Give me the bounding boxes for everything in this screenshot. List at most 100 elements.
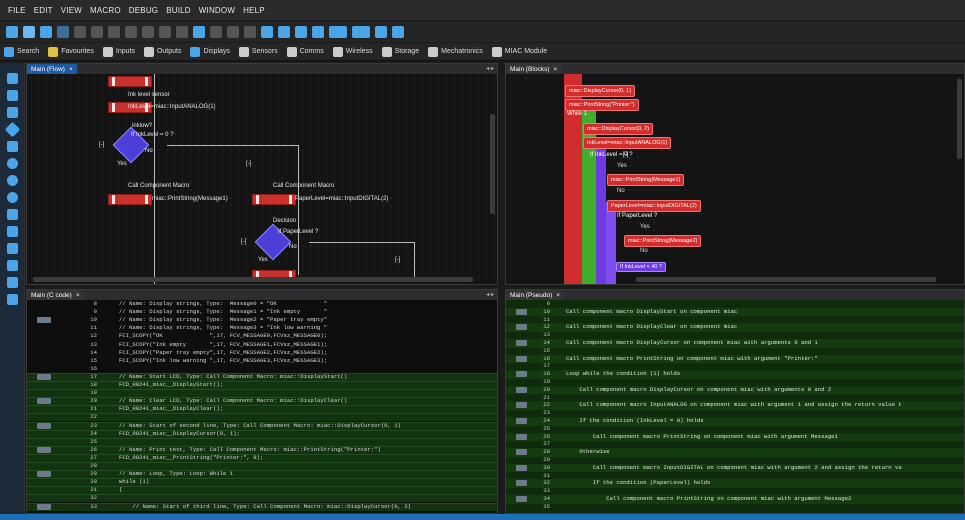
menu-view[interactable]: VIEW [57,6,86,15]
toolbar-miac-module[interactable]: MIAC Module [491,46,547,57]
close-icon[interactable]: × [69,66,73,73]
run-icon[interactable] [261,26,273,38]
board-icon[interactable] [352,26,370,38]
toolbar-comms[interactable]: Comms [286,46,324,57]
blocks-canvas[interactable]: miac::DisplayCursor(0, 1) miac::PrintStr… [506,74,964,284]
call2-block[interactable] [252,194,296,205]
tab-main-pseudo[interactable]: Main (Pseudo) × [506,290,565,300]
loop-icon[interactable] [7,192,18,203]
block-marker-icon[interactable] [516,324,527,331]
jump-icon[interactable] [7,260,18,271]
toolbar-wireless[interactable]: Wireless [332,46,373,57]
menu-window[interactable]: WINDOW [195,6,239,15]
close-icon[interactable]: × [556,292,560,299]
build-icon[interactable] [193,26,205,38]
code-line[interactable]: 33 // Name: Start of third line, Type: C… [27,503,497,512]
save-all-icon[interactable] [57,26,69,38]
stop-icon[interactable] [312,26,324,38]
toolbar-storage[interactable]: Storage [381,46,419,57]
input-icon[interactable] [7,90,18,101]
block-marker-icon[interactable] [516,449,527,456]
block-input-digital[interactable]: PaperLevel=miac::InputDIGITAL(2) [607,200,701,212]
panel-nav-icon[interactable]: ◂ ▸ [486,65,494,72]
step-into-icon[interactable] [227,26,239,38]
block-print-string[interactable]: miac::PrintString("Printer:") [565,99,639,111]
undo-icon[interactable] [142,26,154,38]
block-print-message1[interactable]: miac::PrintString(Message1) [607,174,685,186]
output-icon[interactable] [7,107,18,118]
block-marker-icon[interactable] [37,471,51,478]
block-marker-icon[interactable] [516,464,527,471]
menu-debug[interactable]: DEBUG [125,6,162,15]
paste-icon[interactable] [108,26,120,38]
interrupt-icon[interactable] [7,175,18,186]
close-icon[interactable]: × [553,66,557,73]
toolbar-search[interactable]: Search [4,46,39,57]
block-marker-icon[interactable] [37,446,51,453]
menu-help[interactable]: HELP [239,6,269,15]
block-marker-icon[interactable] [37,398,51,405]
block-marker-icon[interactable] [37,317,51,324]
program-icon[interactable] [375,26,387,38]
comment-icon[interactable] [7,294,18,305]
switch-icon[interactable] [7,141,18,152]
block-marker-icon[interactable] [516,480,527,487]
collapse-toggle[interactable]: [-] [395,257,400,263]
block-marker-icon[interactable] [516,386,527,393]
collapse-toggle[interactable]: [-] [241,239,246,245]
panel-nav-icon[interactable]: ◂ ▸ [486,291,494,298]
component-macro-icon[interactable] [7,226,18,237]
block-display-cursor-2[interactable]: miac::DisplayCursor(0, 2) [583,123,654,135]
pseudo-line[interactable]: 35 [506,503,964,512]
block-display-cursor[interactable]: miac::DisplayCursor(0, 1) [565,85,636,97]
call1-block[interactable] [108,194,152,205]
vertical-scrollbar[interactable] [490,114,495,214]
delete-icon[interactable] [125,26,137,38]
tab-main-flow[interactable]: Main (Flow) × [27,64,77,74]
block-marker-icon[interactable] [37,503,51,510]
calculation-icon[interactable] [7,73,18,84]
block-marker-icon[interactable] [516,308,527,315]
menu-macro[interactable]: MACRO [86,6,125,15]
debug-icon[interactable] [392,26,404,38]
save-icon[interactable] [40,26,52,38]
block-marker-icon[interactable] [516,418,527,424]
block-marker-icon[interactable] [516,340,527,346]
block-marker-icon[interactable] [516,355,527,362]
compile-icon[interactable] [210,26,222,38]
redo-icon[interactable] [159,26,171,38]
menu-build[interactable]: BUILD [162,6,195,15]
block-marker-icon[interactable] [37,373,51,380]
toolbar-sensors[interactable]: Sensors [238,46,278,57]
cut-icon[interactable] [74,26,86,38]
block-marker-icon[interactable] [37,422,51,429]
toolbar-displays[interactable]: Displays [190,46,230,57]
chip-icon[interactable] [329,26,347,38]
menu-edit[interactable]: EDIT [30,6,57,15]
menu-file[interactable]: FILE [4,6,30,15]
macro-icon[interactable] [7,209,18,220]
pseudo-editor[interactable]: 9 10 Call component macro DisplayStart on … [506,300,964,513]
open-file-icon[interactable] [23,26,35,38]
help-icon[interactable] [176,26,188,38]
decision-icon[interactable] [4,121,21,138]
delay-icon[interactable] [7,158,18,169]
new-file-icon[interactable] [6,26,18,38]
horizontal-scrollbar[interactable] [33,277,473,282]
block-marker-icon[interactable] [516,402,527,409]
copy-icon[interactable] [91,26,103,38]
toolbar-outputs[interactable]: Outputs [143,46,181,57]
toolbar-mechatronics[interactable]: Mechatronics [428,46,483,57]
block-marker-icon[interactable] [516,496,527,502]
close-icon[interactable]: × [76,292,80,299]
toolbar-favourites[interactable]: Favourites [48,46,94,57]
flowchart-canvas[interactable]: Ink level sensor InkLevel=miac::InputANA… [27,74,497,284]
block-input-analog[interactable]: InkLevel=miac::InputANALOG(1) [583,137,672,149]
tab-main-blocks[interactable]: Main (Blocks) × [506,64,562,74]
pause-icon[interactable] [295,26,307,38]
vertical-scrollbar[interactable] [957,79,962,159]
block-marker-icon[interactable] [516,433,527,440]
step-over-icon[interactable] [244,26,256,38]
if-inklevel-low-label[interactable]: If InkLevel < 40 ? [616,262,667,272]
toolbar-inputs[interactable]: Inputs [102,46,135,57]
